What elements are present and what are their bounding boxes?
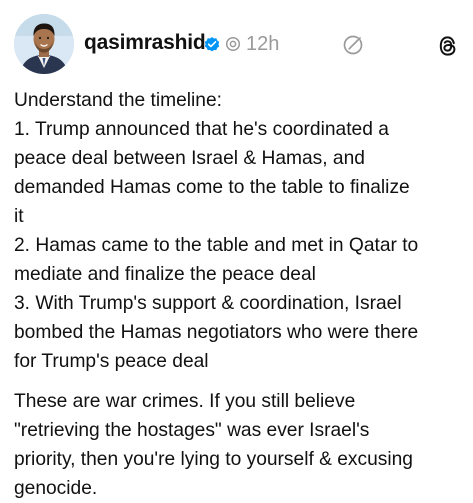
post-timestamp: 12h (246, 33, 280, 55)
post-text-line: These are war crimes. If you still belie… (14, 391, 356, 412)
post-header: qasimrashid 12h (14, 14, 459, 78)
post-text-line: bombed the Hamas negotiators who were th… (14, 322, 419, 343)
post-text-line: 3. With Trump's support & coordination, … (14, 293, 402, 314)
post-text-line: 1. Trump announced that he's coordinated… (14, 119, 389, 140)
edit-icon[interactable] (342, 34, 364, 56)
post-body: Understand the timeline: 1. Trump announ… (14, 86, 462, 503)
post-paragraph-timeline: Understand the timeline: 1. Trump announ… (14, 86, 462, 376)
repost-indicator-icon (225, 36, 241, 52)
avatar[interactable] (14, 14, 74, 74)
post-text-line: 2. Hamas came to the table and met in Qa… (14, 235, 419, 256)
threads-logo-icon[interactable] (438, 35, 458, 57)
username[interactable]: qasimrashid (84, 31, 206, 55)
post-paragraph-conclusion: These are war crimes. If you still belie… (14, 387, 462, 503)
post-text-line: Understand the timeline: (14, 90, 222, 111)
post-text-line: mediate and finalize the peace deal (14, 264, 316, 285)
post-text-line: peace deal between Israel & Hamas, and (14, 148, 365, 169)
post-text-line: genocide. (14, 478, 98, 499)
post-text-line: priority, then you're lying to yourself … (14, 449, 413, 470)
verified-badge-icon (203, 35, 221, 53)
post-text-line: demanded Hamas come to the table to fina… (14, 177, 410, 198)
post-text-line: for Trump's peace deal (14, 351, 209, 372)
post-text-line: "retrieving the hostages" was ever Israe… (14, 420, 370, 441)
post-text-line: it (14, 206, 24, 227)
